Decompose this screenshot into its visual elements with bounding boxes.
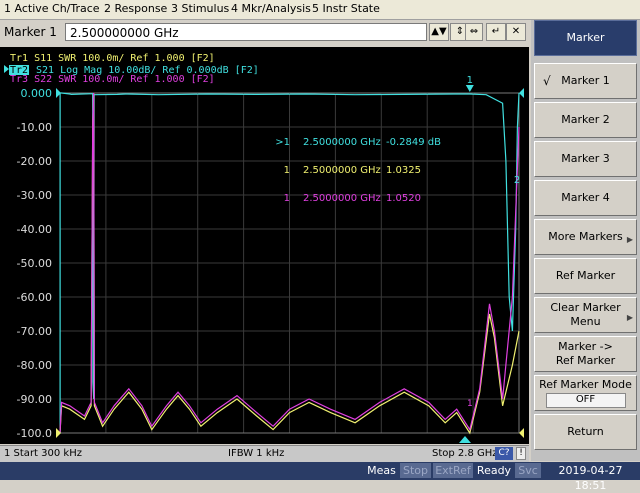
- submenu-arrow-icon: ▶: [626, 235, 633, 244]
- y-tick-label: -90.00: [17, 393, 52, 406]
- warning-badge: !: [516, 447, 526, 460]
- softkey-marker-3[interactable]: Marker 3: [534, 141, 637, 177]
- y-tick-label: -70.00: [17, 325, 52, 338]
- softkey-ref-marker[interactable]: Ref Marker: [534, 258, 637, 294]
- ready-indicator: Ready: [475, 463, 513, 478]
- checkmark-icon: √: [543, 74, 551, 88]
- cal-status-badge: C?: [495, 447, 513, 460]
- marker-1-trace-3-flag: 1: [467, 399, 473, 409]
- marker-readout-value: -0.2849 dB: [386, 137, 441, 148]
- stop-frequency: Stop 2.8 GHz: [432, 448, 498, 459]
- marker-1-flag-label: 1: [467, 75, 473, 86]
- stop-indicator: Stop: [400, 463, 431, 478]
- channel-status-bar: 1 Start 300 kHz IFBW 1 kHz Stop 2.8 GHz …: [0, 445, 529, 462]
- marker-readout-freq: 2.5000000 GHz: [303, 137, 381, 148]
- marker-readout-value: 1.0520: [386, 193, 421, 204]
- marker-readout-prefix: >1: [275, 137, 290, 148]
- horizontal-step-icon[interactable]: ⇔: [465, 23, 483, 41]
- extref-indicator: ExtRef: [433, 463, 473, 478]
- y-tick-label: -20.00: [17, 155, 52, 168]
- menu-instr-state[interactable]: 5 Instr State: [312, 2, 380, 15]
- marker-1-flag-icon: [465, 85, 474, 92]
- softkey-label: Marker -> Ref Marker: [555, 340, 616, 367]
- softkey-marker-2[interactable]: Marker 2: [534, 102, 637, 138]
- softkey-marker-4[interactable]: Marker 4: [534, 180, 637, 216]
- start-frequency: 1 Start 300 kHz: [4, 448, 82, 459]
- y-tick-label: -80.00: [17, 359, 52, 372]
- enter-icon[interactable]: ↵: [486, 23, 506, 41]
- softkey-label: Marker 1: [561, 74, 610, 87]
- marker-readout-prefix: 1: [284, 165, 290, 176]
- softkey-marker-1[interactable]: Marker 1 √: [534, 63, 637, 99]
- marker-readout-freq: 2.5000000 GHz: [303, 193, 381, 204]
- menu-bar: 1 Active Ch/Trace 2 Response 3 Stimulus …: [0, 0, 640, 20]
- entry-bar: Marker 1 2.500000000 GHz ▲▼ ⇕ ⇔ ↵ ✕: [0, 20, 530, 46]
- marker-frequency-input[interactable]: 2.500000000 GHz: [65, 23, 427, 41]
- y-tick-label: 0.000: [21, 87, 53, 100]
- menu-active-ch-trace[interactable]: 1 Active Ch/Trace: [4, 2, 100, 15]
- marker-readout-prefix: 1: [284, 193, 290, 204]
- softkey-panel: Marker Marker 1 √ Marker 2 Marker 3 Marker 4 M…: [531, 20, 640, 461]
- menu-stimulus[interactable]: 3 Stimulus: [171, 2, 229, 15]
- y-tick-label: -50.00: [17, 257, 52, 270]
- y-tick-label: -40.00: [17, 223, 52, 236]
- softkey-title-marker: Marker: [534, 20, 637, 56]
- softkey-label: Ref Marker Mode: [539, 378, 632, 391]
- menu-response[interactable]: 2 Response: [104, 2, 167, 15]
- marker-2-flag-label: 2: [514, 175, 520, 186]
- ref-level-arrow-icon: [519, 428, 524, 438]
- trace-1-label: Tr1 S11 SWR 100.0m/ Ref 1.000 [F2]: [10, 53, 215, 64]
- meas-indicator: Meas: [365, 463, 398, 478]
- marker-readout-freq: 2.5000000 GHz: [303, 165, 381, 176]
- softkey-more-markers[interactable]: More Markers ▶: [534, 219, 637, 255]
- y-tick-labels: 0.000 -10.00 -20.00 -30.00 -40.00 -50.00 -60.0…: [17, 87, 52, 440]
- softkey-return[interactable]: Return: [534, 414, 637, 450]
- softkey-clear-marker-menu[interactable]: Clear Marker Menu ▶: [534, 297, 637, 333]
- active-trace-pointer-icon: [4, 65, 9, 73]
- submenu-arrow-icon: ▶: [626, 313, 633, 322]
- ref-marker-mode-value: OFF: [545, 393, 626, 408]
- close-icon[interactable]: ✕: [506, 23, 526, 41]
- marker-readout-value: 1.0325: [386, 165, 421, 176]
- instrument-status-bar: Meas Stop ExtRef Ready Svc 2019-04-27 18…: [0, 462, 640, 492]
- trace-3-label: Tr3 S22 SWR 100.0m/ Ref 1.000 [F2]: [10, 74, 215, 85]
- y-tick-label: -100.0: [17, 427, 52, 440]
- softkey-label: Ref Marker: [555, 269, 616, 282]
- softkey-label: Marker 2: [561, 113, 610, 126]
- softkey-label: Return: [567, 425, 604, 438]
- softkey-label: Marker 3: [561, 152, 610, 165]
- entry-label: Marker 1: [4, 25, 57, 39]
- softkey-label: Marker 4: [561, 191, 610, 204]
- stop-marker-triangle-icon: [459, 436, 471, 443]
- ref-level-arrow-icon: [519, 88, 524, 98]
- date-time: 2019-04-27 18:51: [543, 463, 638, 492]
- softkey-ref-marker-mode[interactable]: Ref Marker Mode OFF: [534, 375, 637, 411]
- softkey-label: Clear Marker Menu: [550, 301, 621, 328]
- svc-indicator: Svc: [515, 463, 541, 478]
- spin-arrows-icon[interactable]: ▲▼: [429, 23, 449, 41]
- y-tick-label: -30.00: [17, 189, 52, 202]
- ifbw: IFBW 1 kHz: [228, 448, 285, 459]
- y-tick-label: -60.00: [17, 291, 52, 304]
- chart-svg: 0.000 -10.00 -20.00 -30.00 -40.00 -50.00 -60.0…: [4, 53, 524, 443]
- softkey-marker-to-ref-marker[interactable]: Marker -> Ref Marker: [534, 336, 637, 372]
- softkey-label: More Markers: [548, 230, 623, 243]
- menu-mkr-analysis[interactable]: 4 Mkr/Analysis: [231, 2, 311, 15]
- trace-chart[interactable]: 0.000 -10.00 -20.00 -30.00 -40.00 -50.00 -60.0…: [0, 47, 529, 444]
- softkey-label: Marker: [566, 31, 605, 44]
- y-tick-label: -10.00: [17, 121, 52, 134]
